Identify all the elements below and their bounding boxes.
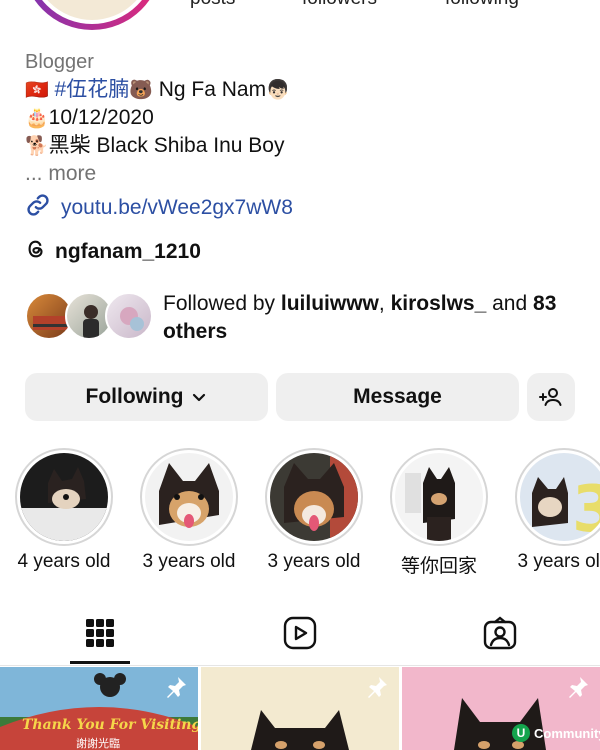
bio-line-breed: 🐕黑柴 Black Shiba Inu Boy bbox=[25, 132, 585, 160]
highlight-thumbnail: 3 bbox=[520, 453, 600, 541]
highlight-ring bbox=[265, 448, 363, 546]
followed-by-text: Followed by luiluiwww, kiroslws_ and 83 o… bbox=[163, 290, 583, 346]
tab-reels[interactable] bbox=[200, 600, 400, 666]
message-button-label: Message bbox=[353, 385, 442, 408]
watermark: U Community bbox=[512, 724, 600, 742]
mutual-followers[interactable]: Followed by luiluiwww, kiroslws_ and 83 o… bbox=[25, 290, 583, 346]
following-stat-label[interactable]: following bbox=[445, 0, 519, 10]
highlight-label: 4 years old bbox=[17, 551, 111, 572]
hk-flag-emoji: 🇭🇰 bbox=[25, 79, 49, 101]
highlight-item[interactable]: 等你回家 bbox=[379, 448, 499, 578]
mutual-user-1[interactable]: luiluiwww bbox=[281, 292, 379, 315]
followers-stat-label[interactable]: followers bbox=[302, 0, 377, 10]
profile-bio: Blogger 🇭🇰 #伍花腩🐻 Ng Fa Nam👦🏻 🎂10/12/2020… bbox=[25, 48, 585, 188]
profile-category: Blogger bbox=[25, 51, 94, 73]
pin-icon bbox=[164, 675, 188, 704]
bio-birthday-text: 10/12/2020 bbox=[48, 106, 154, 129]
tab-posts[interactable] bbox=[0, 600, 200, 666]
active-tab-indicator bbox=[70, 661, 130, 664]
post-grid: Thank You For Visiting 謝謝光臨 bbox=[0, 667, 600, 750]
highlight-thumbnail bbox=[395, 453, 483, 541]
highlight-ring bbox=[15, 448, 113, 546]
avatar bbox=[105, 292, 153, 340]
message-button[interactable]: Message bbox=[276, 373, 519, 421]
watermark-text: Community bbox=[534, 725, 600, 741]
threads-badge[interactable]: ngfanam_1210 bbox=[25, 238, 201, 265]
mutual-count: 83 bbox=[533, 292, 557, 315]
profile-link-row[interactable]: youtu.be/vWee2gx7wW8 bbox=[25, 192, 293, 223]
cake-emoji: 🎂 bbox=[25, 107, 49, 129]
dog-emoji: 🐕 bbox=[25, 135, 49, 157]
followed-by-separator: , bbox=[378, 292, 391, 315]
tab-divider bbox=[0, 665, 600, 666]
highlight-label: 3 years old bbox=[142, 551, 236, 572]
highlight-item[interactable]: 3 3 years old bbox=[504, 448, 600, 573]
profile-link-text[interactable]: youtu.be/vWee2gx7wW8 bbox=[61, 196, 293, 220]
profile-tabs bbox=[0, 600, 600, 666]
bio-breed-text: 黑柴 Black Shiba Inu Boy bbox=[48, 134, 285, 157]
pin-icon bbox=[566, 675, 590, 704]
story-highlights: 4 years old 3 years old 3 years old 等你回家… bbox=[0, 448, 600, 578]
highlight-label: 等你回家 bbox=[400, 556, 477, 577]
highlight-ring: 3 bbox=[515, 448, 600, 546]
profile-actions: Following Message bbox=[25, 373, 575, 421]
pin-icon bbox=[365, 675, 389, 704]
reels-icon bbox=[283, 616, 317, 650]
svg-text:3: 3 bbox=[572, 473, 600, 541]
followed-by-prefix: Followed by bbox=[163, 292, 281, 315]
boy-face-emoji: 👦🏻 bbox=[266, 79, 290, 101]
post-sign-text: Thank You For Visiting bbox=[22, 717, 198, 733]
threads-handle: ngfanam_1210 bbox=[55, 239, 201, 263]
chevron-down-icon bbox=[191, 389, 207, 405]
bio-line-name: 🇭🇰 #伍花腩🐻 Ng Fa Nam👦🏻 bbox=[25, 76, 585, 104]
mutual-others: others bbox=[163, 320, 228, 343]
highlight-label: 3 years old bbox=[517, 551, 600, 572]
bio-name-text: Ng Fa Nam bbox=[152, 78, 267, 101]
bio-hashtag-link[interactable]: #伍花腩 bbox=[55, 78, 130, 101]
grid-icon bbox=[85, 618, 115, 648]
threads-icon bbox=[25, 238, 47, 265]
mutual-avatars bbox=[25, 290, 155, 342]
following-button[interactable]: Following bbox=[25, 373, 268, 421]
bio-more-link[interactable]: ... more bbox=[25, 160, 585, 188]
highlight-item[interactable]: 3 years old bbox=[129, 448, 249, 573]
highlight-thumbnail bbox=[270, 453, 358, 541]
highlight-item[interactable]: 4 years old bbox=[4, 448, 124, 573]
post-sign-subtext: 謝謝光臨 bbox=[76, 736, 120, 750]
following-button-label: Following bbox=[85, 385, 184, 408]
mutual-user-2[interactable]: kiroslws_ bbox=[391, 292, 487, 315]
post-thumbnail[interactable] bbox=[201, 667, 399, 750]
posts-stat-label[interactable]: posts bbox=[190, 0, 235, 10]
highlight-thumbnail bbox=[20, 453, 108, 541]
tagged-icon bbox=[483, 616, 517, 650]
suggest-users-button[interactable] bbox=[527, 373, 575, 421]
profile-header-partial: posts followers following bbox=[0, 0, 600, 40]
highlight-item[interactable]: 3 years old bbox=[254, 448, 374, 573]
add-person-icon bbox=[539, 385, 563, 409]
highlight-ring bbox=[390, 448, 488, 546]
tab-tagged[interactable] bbox=[400, 600, 600, 666]
highlight-ring bbox=[140, 448, 238, 546]
followed-by-and: and bbox=[486, 292, 534, 315]
bear-emoji: 🐻 bbox=[129, 79, 153, 101]
watermark-logo-icon: U bbox=[512, 724, 530, 742]
link-icon bbox=[25, 192, 51, 223]
highlight-thumbnail bbox=[145, 453, 233, 541]
bio-line-birthday: 🎂10/12/2020 bbox=[25, 104, 585, 132]
highlight-label: 3 years old bbox=[267, 551, 361, 572]
post-thumbnail[interactable]: Thank You For Visiting 謝謝光臨 bbox=[0, 667, 198, 750]
profile-avatar[interactable] bbox=[22, 0, 162, 30]
